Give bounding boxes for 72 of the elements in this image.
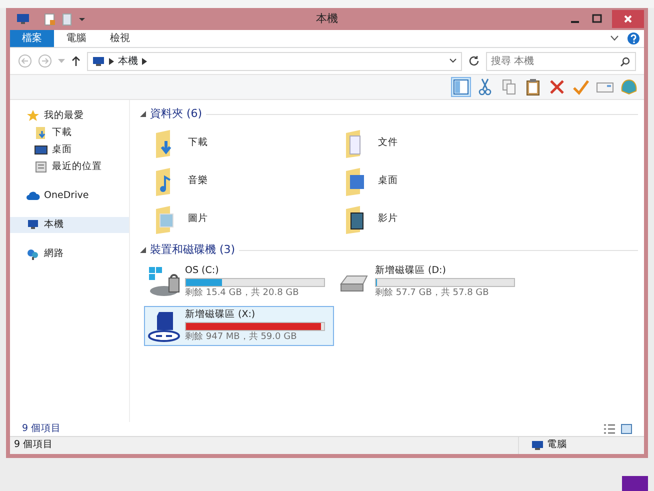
minimize-icon (571, 20, 579, 23)
copy-icon[interactable] (500, 78, 518, 96)
details-view-icon[interactable] (604, 424, 615, 434)
sidebar-item[interactable]: 桌面 (10, 142, 129, 158)
window-title: 本機 (316, 10, 338, 27)
dropdown-icon[interactable] (449, 58, 457, 64)
dropdown-icon[interactable] (78, 15, 86, 23)
ribbon-tab[interactable]: 電腦 (54, 30, 98, 47)
breadcrumb[interactable]: 本機 (118, 54, 138, 68)
layout-pane-icon[interactable] (452, 78, 470, 96)
drive-tile[interactable]: OS (C:) 剩餘 15.4 GB，共 20.8 GB (144, 262, 334, 302)
computer-icon (26, 218, 40, 232)
cut-icon[interactable] (476, 78, 494, 96)
folder-label[interactable]: 文件 (378, 136, 398, 150)
chevron-icon[interactable] (109, 58, 114, 64)
free-space-text: 剩餘 947 MB，共 59.0 GB (185, 330, 298, 344)
free-space-text: 剩餘 15.4 GB，共 20.8 GB (185, 286, 300, 300)
drive-tile[interactable]: 新增磁碟區 (D:) 剩餘 57.7 GB，共 57.8 GB (334, 262, 524, 302)
drive-name: OS (C:) (185, 264, 220, 278)
paste-icon[interactable] (524, 78, 542, 96)
computer-icon (92, 56, 105, 66)
up-arrow-icon[interactable] (71, 55, 81, 67)
expand-ribbon-icon[interactable] (610, 35, 619, 42)
item-count: 9 個項目 (22, 422, 62, 436)
folder-label[interactable]: 下載 (188, 136, 208, 150)
maximize-icon (592, 14, 602, 24)
drive-tile[interactable]: 新增磁碟區 (X:) 剩餘 947 MB，共 59.0 GB (144, 306, 334, 346)
folder-label[interactable]: 圖片 (188, 212, 208, 226)
chevron-icon[interactable] (142, 58, 147, 64)
star-icon (26, 109, 40, 123)
zone-label: 電腦 (547, 438, 567, 452)
ribbon-tab[interactable]: 檢視 (98, 30, 142, 47)
section-heading[interactable]: 資料夾 (6) (150, 106, 202, 122)
sidebar-item[interactable]: 下載 (10, 125, 129, 141)
recent-places-icon (34, 160, 48, 174)
collapse-icon[interactable] (140, 247, 146, 253)
sidebar-item[interactable]: 最近的位置 (10, 159, 129, 175)
sd-card-icon (147, 310, 181, 342)
close-button[interactable] (612, 10, 644, 28)
search-icon (620, 56, 630, 66)
refresh-icon[interactable] (468, 55, 480, 67)
network-icon (26, 247, 40, 261)
folder-label[interactable]: 桌面 (378, 174, 398, 188)
folder-label[interactable]: 影片 (378, 212, 398, 226)
address-field[interactable]: 本機 (87, 52, 462, 70)
search-field[interactable]: 搜尋 本機 (486, 52, 636, 70)
drive-name: 新增磁碟區 (X:) (185, 308, 256, 322)
help-icon[interactable] (627, 32, 640, 45)
sidebar-item[interactable]: 我的最愛 (10, 108, 129, 124)
section-heading[interactable]: 裝置和磁碟機 (3) (150, 242, 236, 258)
system-drive-icon (147, 266, 181, 298)
folder-label[interactable]: 音樂 (188, 174, 208, 188)
status-text: 9 個項目 (14, 438, 54, 452)
delete-icon[interactable] (548, 78, 566, 96)
checkmark-icon[interactable] (572, 78, 590, 96)
collapse-icon[interactable] (140, 111, 146, 117)
downloads-folder-icon (34, 126, 48, 140)
free-space-text: 剩餘 57.7 GB，共 57.8 GB (375, 286, 490, 300)
computer-icon (16, 13, 30, 25)
sidebar-item[interactable]: 網路 (10, 246, 129, 262)
ribbon-tab[interactable]: 檔案 (10, 30, 54, 47)
properties-icon[interactable] (44, 12, 56, 26)
close-icon (623, 14, 633, 24)
sidebar-item[interactable]: OneDrive (10, 188, 129, 204)
computer-icon (531, 440, 544, 451)
shell-icon[interactable] (620, 78, 638, 96)
large-icons-view-icon[interactable] (621, 424, 632, 434)
monitor-icon (34, 143, 48, 157)
sidebar-item[interactable]: 本機 (10, 217, 129, 233)
new-folder-icon[interactable] (62, 12, 72, 26)
drive-name: 新增磁碟區 (D:) (375, 264, 447, 278)
cloud-icon (26, 189, 40, 203)
